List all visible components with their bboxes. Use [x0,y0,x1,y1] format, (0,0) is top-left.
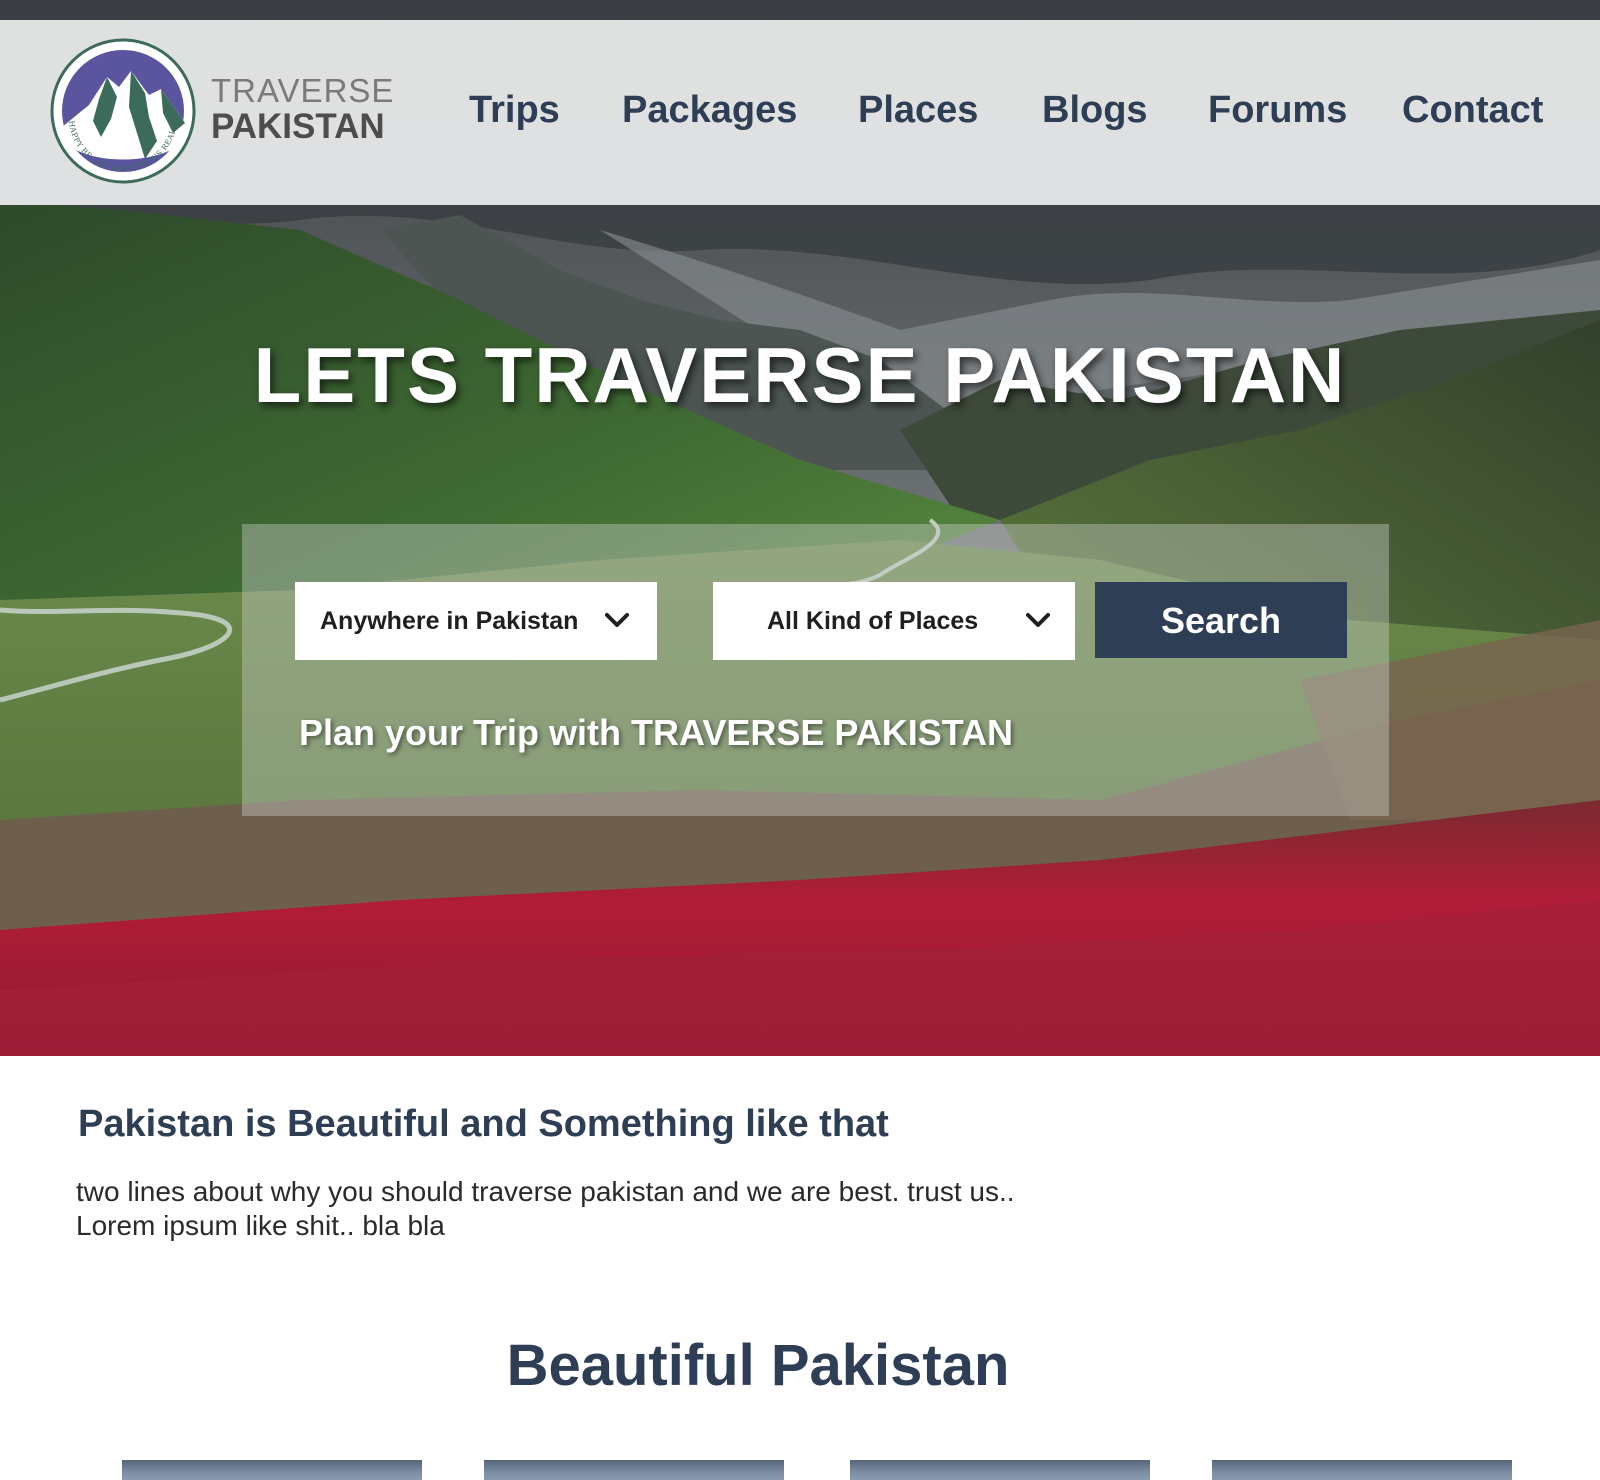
gallery-thumb[interactable] [1212,1460,1512,1480]
gallery-thumb[interactable] [484,1460,784,1480]
intro-text-line2: Lorem ipsum like shit.. bla bla [76,1210,445,1241]
brand-name[interactable]: TRAVERSE PAKISTAN [211,74,394,144]
intro-text-line1: two lines about why you should traverse … [76,1176,1015,1207]
search-panel: Anywhere in Pakistan All Kind of Places … [242,524,1389,816]
nav-item-packages[interactable]: Packages [622,88,797,132]
nav-item-contact[interactable]: Contact [1402,88,1543,132]
place-type-select-value: All Kind of Places [767,607,979,635]
nav-item-blogs[interactable]: Blogs [1042,88,1148,132]
chevron-down-icon [605,613,629,627]
location-select-value: Anywhere in Pakistan [320,607,579,635]
brand-name-line1: TRAVERSE [211,72,395,109]
nav-item-trips[interactable]: Trips [469,88,560,132]
gallery-thumb[interactable] [122,1460,422,1480]
nav-item-places[interactable]: Places [858,88,978,132]
site-header: HAPPY BE THE BOUNTEOUS REALM TRAVERSE PA… [0,20,1600,205]
mountain-logo-icon: HAPPY BE THE BOUNTEOUS REALM [50,38,196,184]
hero-headline: LETS TRAVERSE PAKISTAN [253,331,1347,419]
place-type-select[interactable]: All Kind of Places [713,582,1075,660]
search-tagline: Plan your Trip with TRAVERSE PAKISTAN [299,712,1014,753]
chevron-down-icon [1026,613,1050,627]
location-select[interactable]: Anywhere in Pakistan [295,582,657,660]
site-logo[interactable]: HAPPY BE THE BOUNTEOUS REALM [49,37,197,185]
nav-item-forums[interactable]: Forums [1208,88,1347,132]
search-button[interactable]: Search [1095,582,1347,658]
intro-title: Pakistan is Beautiful and Something like… [78,1103,889,1145]
gallery-title: Beautiful Pakistan [506,1333,1010,1398]
gallery-thumb[interactable] [850,1460,1150,1480]
intro-text: two lines about why you should traverse … [76,1175,1015,1243]
brand-name-line2: PAKISTAN [211,107,385,146]
